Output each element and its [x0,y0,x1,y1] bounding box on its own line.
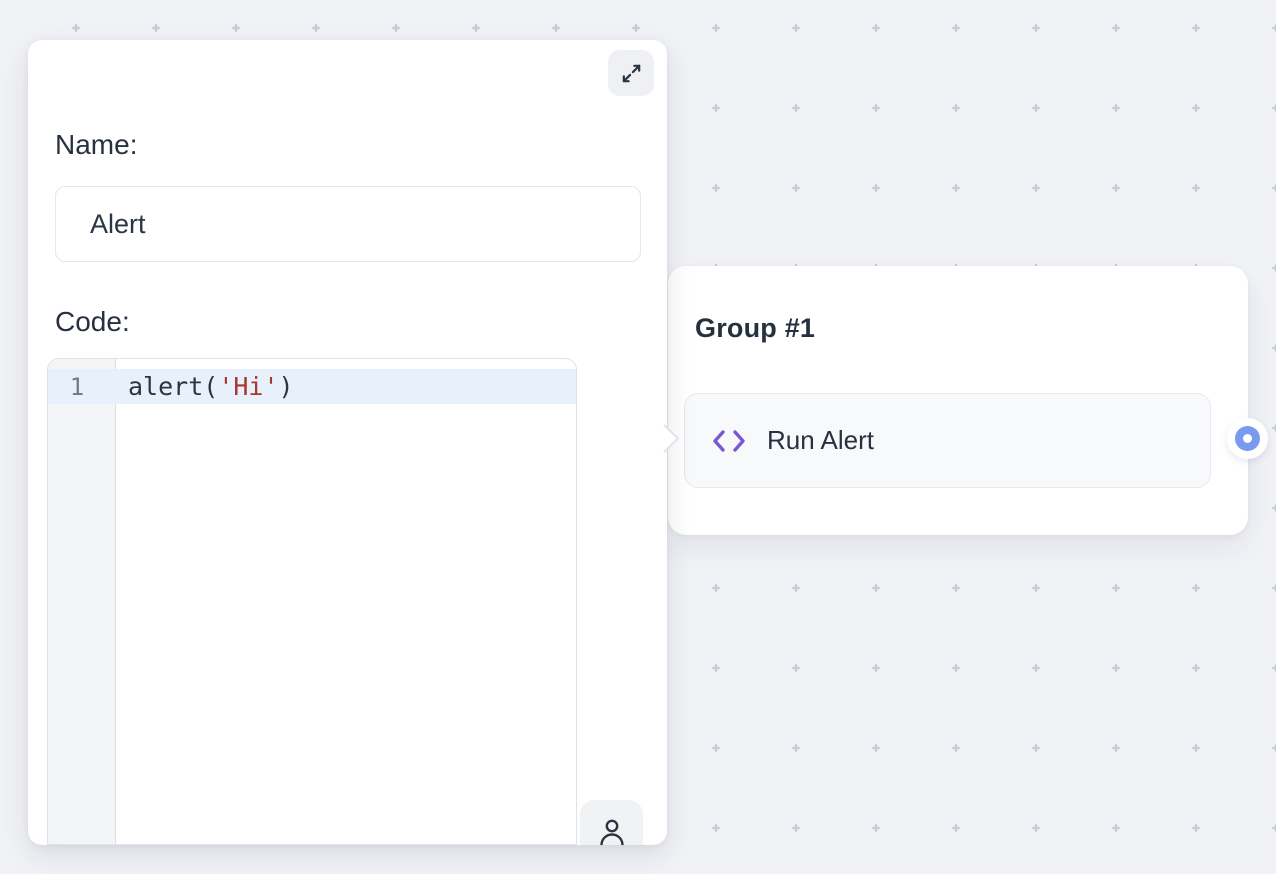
run-alert-node[interactable]: Run Alert [684,393,1211,488]
code-brackets-icon [711,425,747,457]
group-card[interactable]: Group #1 Run Alert [668,266,1248,535]
editor-gutter [48,359,116,844]
person-icon [595,815,629,845]
code-token-string: 'Hi' [218,372,278,401]
node-config-panel: Name: Code: 1 alert('Hi') [28,40,667,845]
group-title: Group #1 [695,313,815,344]
code-editor[interactable]: 1 alert('Hi') [47,358,577,845]
code-token: ) [279,372,294,401]
code-token: alert( [128,372,218,401]
expand-icon [620,62,643,85]
output-handle-hole [1243,434,1252,443]
output-handle-ring [1235,426,1260,451]
code-label: Code: [55,306,130,338]
name-label: Name: [55,129,137,161]
line-number: 1 [48,369,116,404]
code-line: alert('Hi') [117,369,576,404]
input-handle-chevron[interactable] [662,423,682,455]
name-input[interactable] [55,186,641,262]
output-handle[interactable] [1227,418,1268,459]
expand-button[interactable] [608,50,654,96]
node-label: Run Alert [767,425,874,456]
avatar-button[interactable] [580,800,643,845]
